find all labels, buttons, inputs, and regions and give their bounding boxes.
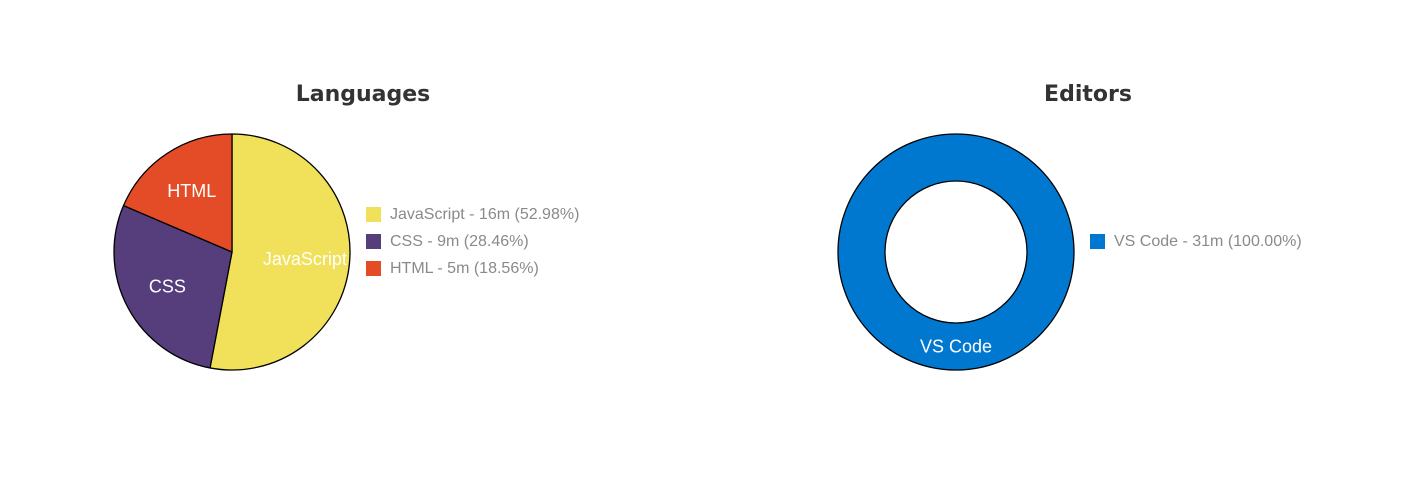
editors-panel: Editors VS Code VS Code - 31m (100.00%) (706, 0, 1413, 486)
slice-label-javascript: JavaScript (263, 249, 347, 269)
legend-label-html: HTML - 5m (18.56%) (390, 259, 539, 277)
languages-pie-chart: JavaScript CSS HTML (113, 133, 351, 371)
legend-item-css: CSS - 9m (28.46%) (366, 228, 579, 255)
legend-item-html: HTML - 5m (18.56%) (366, 255, 579, 282)
languages-panel: Languages JavaScript CSS HTML JavaScript -… (0, 0, 706, 486)
legend-item-javascript: JavaScript - 16m (52.98%) (366, 201, 579, 228)
legend-label-css: CSS - 9m (28.46%) (390, 232, 529, 250)
legend-swatch-vscode (1090, 234, 1105, 249)
legend-label-vscode: VS Code - 31m (100.00%) (1114, 232, 1302, 250)
languages-legend: JavaScript - 16m (52.98%) CSS - 9m (28.4… (366, 201, 579, 282)
donut-hole (884, 180, 1028, 324)
slice-label-vs-code: VS Code (920, 337, 992, 357)
legend-swatch-javascript (366, 207, 381, 222)
slice-label-css: CSS (149, 276, 186, 296)
legend-label-javascript: JavaScript - 16m (52.98%) (390, 205, 580, 223)
legend-item-vscode: VS Code - 31m (100.00%) (1090, 228, 1302, 255)
editors-legend: VS Code - 31m (100.00%) (1090, 228, 1302, 255)
slice-label-html: HTML (167, 181, 216, 201)
legend-swatch-css (366, 234, 381, 249)
editors-donut-chart: VS Code (837, 133, 1075, 371)
legend-swatch-html (366, 261, 381, 276)
